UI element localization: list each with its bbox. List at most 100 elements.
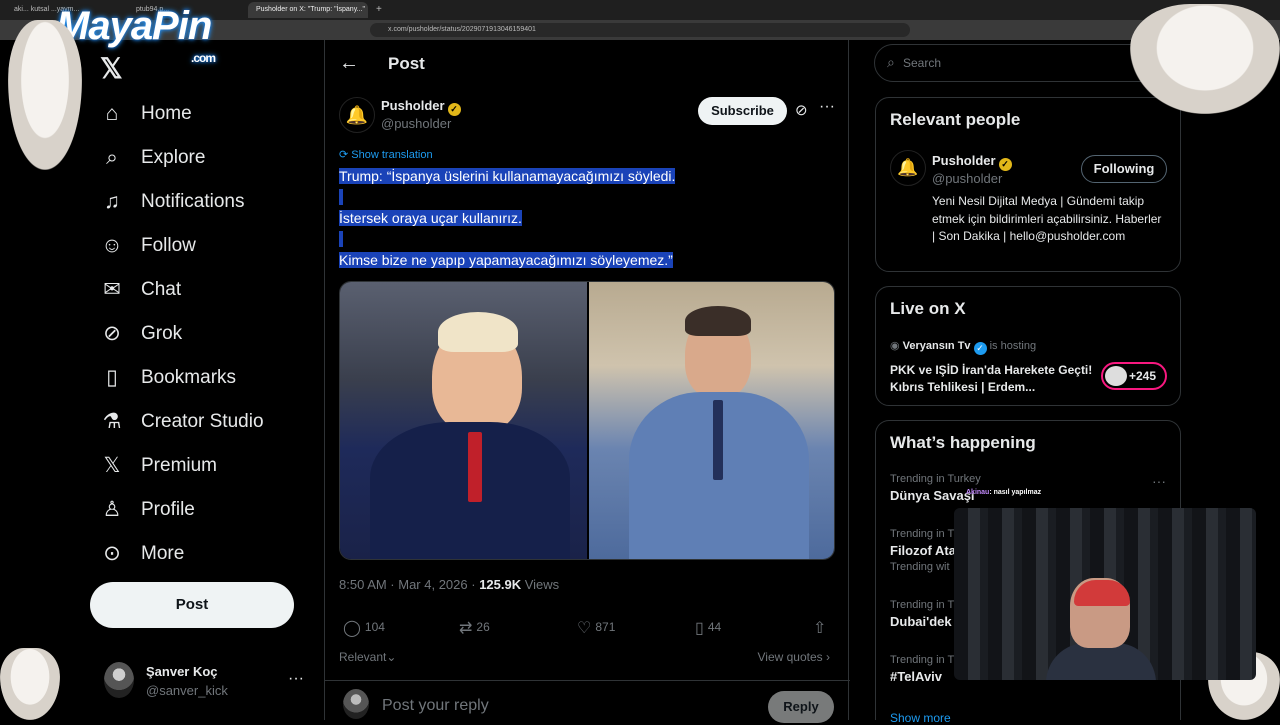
reply-button[interactable]: Reply [768,691,834,723]
search-box[interactable]: ⌕ Search [874,44,1174,82]
nav-bookmarks[interactable]: ▯ Bookmarks [100,356,320,400]
more-circle-icon: ⊙ [103,542,121,565]
search-input[interactable]: Search [903,56,941,70]
search-icon: ⌕ [106,146,118,169]
nav-profile[interactable]: ♙ Profile [100,488,320,532]
author-handle[interactable]: @pusholder [381,116,451,131]
view-quotes-label: View quotes [757,650,823,664]
show-more-link[interactable]: Show more [890,711,951,725]
nav-label: Creator Studio [141,411,264,432]
avatar [343,689,369,719]
translate-icon: ⟳ [339,149,352,161]
reply-action[interactable]: ◯ 104 [343,618,385,638]
card-title: Live on X [890,299,966,318]
repost-action[interactable]: ⇄ 26 [459,618,490,638]
nav-more[interactable]: ⊙ More [100,532,320,576]
webcam-hat-shape [1074,580,1130,606]
post-line-gap [339,231,343,247]
reply-icon: ◯ [343,620,361,637]
post-meta: 8:50 AM · Mar 4, 2026 · 125.9K Views [339,577,559,592]
sort-label: Relevant [339,650,387,664]
chevron-down-icon: ⌄ [386,650,397,664]
author-name[interactable]: Pusholder ✓ [381,98,461,116]
more-dots-icon[interactable]: ··· [819,98,835,116]
grok-icon: ⊘ [103,322,121,345]
share-icon: ⇧ [813,620,827,637]
trend-item[interactable]: Trending in Turkey Dünya Savaşı [890,473,1170,503]
post-timestamp[interactable]: 8:50 AM · Mar 4, 2026 · [339,577,479,592]
live-broadcast-title[interactable]: PKK ve IŞİD İran'da Harekete Geçti! Kıbr… [890,362,1095,396]
post-line-gap [339,189,343,205]
url-field[interactable]: x.com/pusholder/status/20290719130461594… [370,23,910,37]
home-icon: ⌂ [105,102,119,125]
post-text: Trump: “İspanya üslerini kullanamayacağı… [339,166,829,271]
share-action[interactable]: ⇧ [813,618,830,638]
nav-label: More [141,543,185,564]
subscribe-button[interactable]: Subscribe [698,97,787,125]
chat-username: Akinau [966,489,990,496]
like-action[interactable]: ♡ 871 [577,618,615,638]
trend-category: Trending in Turkey [890,473,981,485]
following-button[interactable]: Following [1081,155,1167,183]
live-card: Live on X ◉ Veryansın Tv ✓ is hosting PKK… [875,286,1181,406]
nav-label: Bookmarks [141,367,237,388]
verified-badge-icon: ✓ [973,342,987,355]
logo-text: MayaPin [56,4,212,48]
nav-label: Grok [141,323,183,344]
back-arrow-icon[interactable]: ← [339,52,359,75]
x-logo-icon[interactable]: 𝕏 [100,52,123,85]
nav-explore[interactable]: ⌕ Explore [100,136,320,180]
new-tab-button[interactable]: + [372,2,388,18]
webcam-overlay [954,508,1256,680]
post-media[interactable] [339,281,835,560]
post-image-left[interactable] [340,282,587,559]
nav-home[interactable]: ⌂ Home [100,92,320,136]
add-person-icon: ☺ [101,234,123,257]
mail-icon: ✉ [103,278,121,301]
listener-count: +245 [1129,369,1157,383]
person-handle[interactable]: @pusholder [932,171,1002,186]
author-avatar[interactable]: 🔔 [890,150,926,186]
webcam-body-shape [1046,643,1156,680]
bookmark-action[interactable]: ▯ 44 [695,618,721,638]
host-avatar-icon: ◉ [890,340,903,352]
bookmark-icon: ▯ [695,620,704,637]
translation-label: Show translation [351,149,433,161]
sort-replies-dropdown[interactable]: Relevant⌄ [339,650,396,664]
nav-creator-studio[interactable]: ⚗ Creator Studio [100,400,320,444]
host-name: Veryansın Tv [902,340,971,352]
tie-shape [713,400,723,480]
nav-premium[interactable]: 𝕏 Premium [100,444,320,488]
nav-label: Explore [141,147,206,168]
author-avatar[interactable]: 🔔 [339,97,375,133]
tab-label: Pusholder on X: "Trump: "İspany..." [256,6,366,13]
person-name[interactable]: Pusholder ✓ [932,153,1012,171]
live-host[interactable]: ◉ Veryansın Tv ✓ is hosting [890,339,1036,355]
view-quotes-link[interactable]: View quotes › [758,650,831,664]
logo-sub: .com [191,51,216,65]
nav-grok[interactable]: ⊘ Grok [100,312,320,356]
nav-label: Notifications [141,191,245,212]
grok-icon[interactable]: ⊘ [795,101,808,119]
nav-follow[interactable]: ☺ Follow [100,224,320,268]
person-bio: Yeni Nesil Dijital Medya | Gündemi takip… [932,194,1162,243]
hair-shape [685,306,751,336]
avatar [1105,366,1127,386]
card-title: Relevant people [890,110,1021,129]
live-listeners-pill[interactable]: +245 [1101,362,1167,390]
nav-chat[interactable]: ✉ Chat [100,268,320,312]
post-button[interactable]: Post [90,582,294,628]
author-name-text: Pusholder [381,98,445,113]
account-switcher[interactable]: Şanver Koç @sanver_kick ··· [104,660,314,704]
post-image-right[interactable] [589,282,834,559]
nav-label: Chat [141,279,182,300]
reply-count: 104 [364,620,385,634]
reply-input[interactable]: Post your reply [382,697,489,715]
main-column: ← Post 🔔 Pusholder ✓ @pusholder Subscribe… [324,40,850,723]
repost-count: 26 [476,620,490,634]
cat-sticker [0,648,60,720]
browser-tab-active[interactable]: Pusholder on X: "Trump: "İspany..." [248,2,368,18]
nav-notifications[interactable]: ♫ Notifications [100,180,320,224]
show-translation-link[interactable]: ⟳ Show translation [339,148,433,161]
person-name-text: Pusholder [932,153,996,168]
